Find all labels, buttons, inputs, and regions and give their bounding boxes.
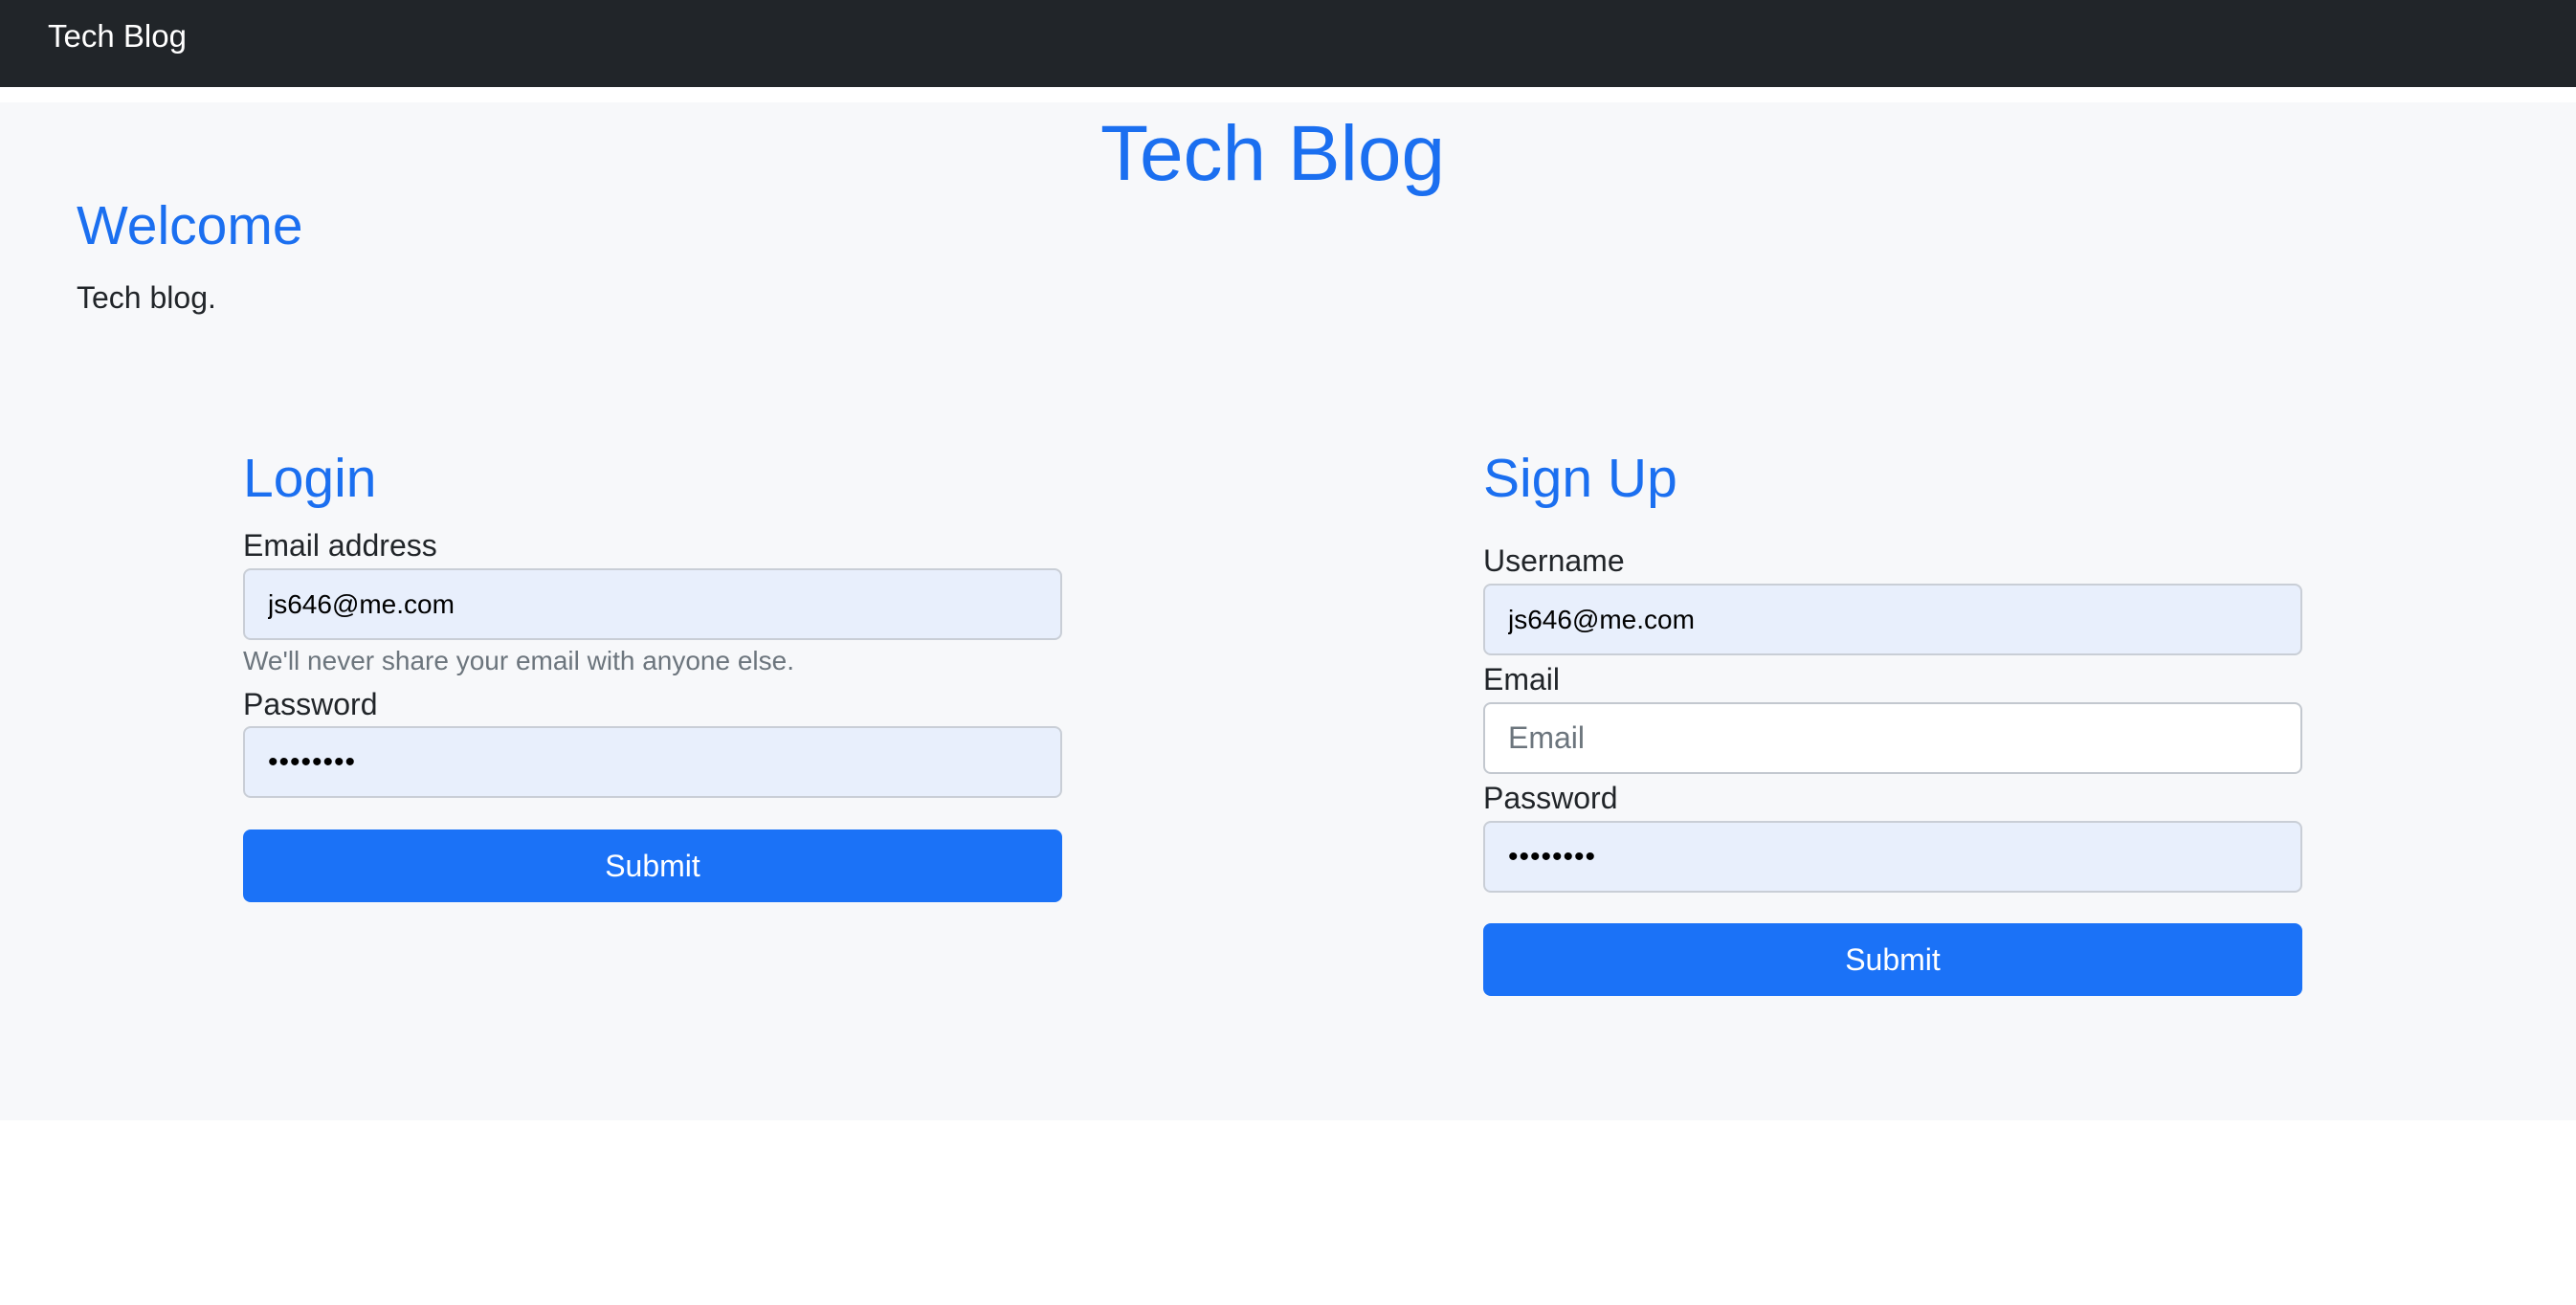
login-submit-button[interactable]: Submit — [243, 829, 1062, 902]
login-email-input[interactable] — [243, 568, 1062, 640]
signup-password-input[interactable] — [1483, 821, 2302, 893]
navbar-brand-link[interactable]: Tech Blog — [48, 17, 187, 55]
page-title: Tech Blog — [1099, 110, 1446, 197]
login-password-label: Password — [243, 687, 378, 721]
signup-title: Sign Up — [1483, 448, 1677, 509]
login-title: Login — [243, 448, 377, 509]
signup-email-input[interactable] — [1483, 702, 2302, 774]
signup-password-label: Password — [1483, 781, 1618, 815]
navbar: Tech Blog — [0, 0, 2576, 87]
login-email-help-text: We'll never share your email with anyone… — [243, 646, 794, 675]
signup-username-label: Username — [1483, 543, 1625, 578]
login-email-label: Email address — [243, 528, 437, 563]
welcome-heading: Welcome — [77, 195, 303, 256]
signup-username-input[interactable] — [1483, 584, 2302, 655]
signup-submit-button[interactable]: Submit — [1483, 923, 2302, 996]
main-content: Tech Blog Welcome Tech blog. Login Email… — [0, 102, 2576, 1120]
login-password-input[interactable] — [243, 726, 1062, 798]
welcome-text: Tech blog. — [77, 280, 216, 315]
signup-email-label: Email — [1483, 662, 1561, 697]
